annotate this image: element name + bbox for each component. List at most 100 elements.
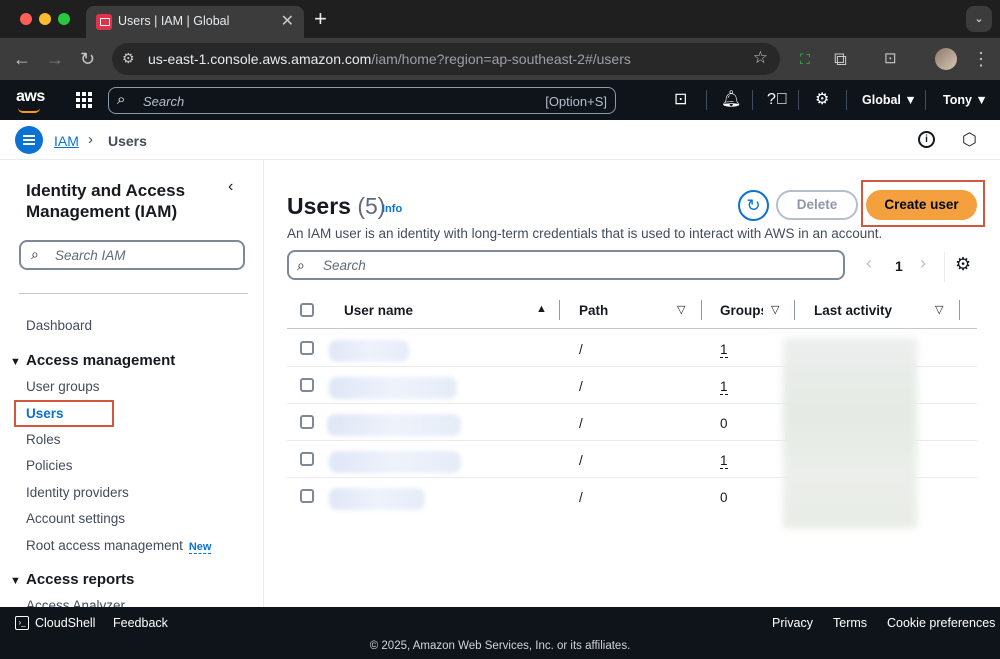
sort-ascending-icon[interactable]: ▲ (536, 303, 547, 315)
groups-count-link[interactable]: 1 (720, 342, 728, 358)
cloudshell-icon[interactable]: ›_ (15, 616, 29, 630)
create-user-button[interactable]: Create user (866, 190, 977, 220)
sidebar-item-roles[interactable]: Roles (26, 432, 61, 447)
sidebar-title[interactable]: Identity and Access Management (IAM) (26, 180, 226, 222)
root-access-label: Root access management (26, 538, 183, 553)
column-header-last-activity[interactable]: Last activity (814, 303, 892, 318)
sidebar-item-dashboard[interactable]: Dashboard (26, 318, 92, 333)
account-menu[interactable]: Tony ▼ (943, 93, 988, 107)
new-badge: New (188, 541, 212, 554)
new-tab-icon[interactable]: + (314, 6, 327, 32)
sidebar-item-policies[interactable]: Policies (26, 458, 73, 473)
column-resizer[interactable] (701, 300, 702, 320)
nav-divider (752, 90, 753, 110)
sort-icon[interactable]: ▽ (677, 303, 685, 316)
cloudshell-link[interactable]: CloudShell (35, 616, 95, 630)
redacted-user-name[interactable] (329, 377, 457, 399)
section-label: Access management (26, 352, 176, 369)
settings-gear-icon[interactable]: ⚙ (815, 91, 829, 109)
row-checkbox[interactable] (300, 341, 314, 355)
redacted-user-name[interactable] (329, 451, 461, 473)
notifications-bell-icon[interactable]: 🔔︎ (721, 91, 741, 109)
collapse-sidebar-icon[interactable]: ‹ (228, 178, 233, 196)
column-header-user-name[interactable]: User name (344, 303, 413, 318)
sidebar-item-access-analyzer[interactable]: Access Analyzer (26, 598, 125, 607)
pagination-divider (944, 252, 945, 282)
services-grid-icon[interactable] (76, 92, 92, 108)
redacted-last-activity (783, 338, 917, 528)
tab-title: Users | IAM | Global (118, 14, 230, 28)
delete-button[interactable]: Delete (776, 190, 858, 220)
aws-logo[interactable]: aws (16, 88, 45, 106)
previous-page-icon[interactable]: ‹ (866, 253, 872, 274)
browser-tab[interactable]: Users | IAM | Global ✕ (86, 6, 304, 38)
row-checkbox[interactable] (300, 452, 314, 466)
row-checkbox[interactable] (300, 489, 314, 503)
column-resizer[interactable] (559, 300, 560, 320)
close-window-button[interactable] (20, 13, 32, 25)
sort-icon[interactable]: ▽ (771, 303, 779, 316)
users-search-input[interactable]: ⌕ Search (287, 250, 845, 280)
console-footer: ›_ CloudShell Feedback Privacy Terms Coo… (0, 607, 1000, 659)
privacy-link[interactable]: Privacy (772, 616, 813, 630)
redacted-user-name[interactable] (327, 414, 461, 436)
forward-icon[interactable]: → (46, 48, 64, 70)
minimize-window-button[interactable] (39, 13, 51, 25)
star-icon[interactable]: ☆ (753, 48, 768, 68)
cookie-preferences-link[interactable]: Cookie preferences (887, 616, 995, 630)
caret-down-icon: ▼ (10, 575, 21, 587)
sidebar-item-account-settings[interactable]: Account settings (26, 511, 125, 526)
groups-count-link[interactable]: 1 (720, 379, 728, 395)
sidebar-item-user-groups[interactable]: User groups (26, 379, 100, 394)
browser-profile-avatar[interactable] (935, 48, 957, 70)
column-header-path[interactable]: Path (579, 303, 608, 318)
sort-icon[interactable]: ▽ (935, 303, 943, 316)
url-host: us-east-1.console.aws.amazon.com (148, 51, 372, 67)
aws-search-input[interactable]: ⌕ Search [Option+S] (108, 87, 616, 114)
back-icon[interactable]: ← (13, 48, 31, 70)
sidebar-section-access-management[interactable]: ▼ Access management (10, 352, 175, 369)
nav-divider (706, 90, 707, 110)
hexagon-settings-icon[interactable]: ⬡ (962, 130, 977, 150)
region-selector[interactable]: Global ▼ (862, 93, 917, 107)
side-nav-toggle-icon[interactable] (15, 126, 43, 154)
cloudshell-icon[interactable]: ⊡ (674, 91, 687, 109)
address-bar[interactable]: ⚙ us-east-1.console.aws.amazon.com/iam/h… (112, 43, 780, 75)
aws-search-placeholder: Search (143, 94, 185, 109)
site-settings-icon[interactable]: ⚙ (122, 50, 135, 67)
breadcrumb-iam-link[interactable]: IAM (54, 133, 79, 149)
column-resizer[interactable] (959, 300, 960, 320)
close-tab-icon[interactable]: ✕ (281, 11, 294, 31)
more-icon[interactable]: ⋮ (972, 48, 990, 70)
camera-icon[interactable]: ⊡ (884, 48, 897, 70)
redacted-user-name[interactable] (329, 340, 409, 362)
maximize-window-button[interactable] (58, 13, 70, 25)
sidebar-section-access-reports[interactable]: ▼ Access reports (10, 571, 134, 588)
table-preferences-gear-icon[interactable]: ⚙ (955, 254, 971, 275)
tab-search-icon[interactable]: ⌄ (966, 6, 992, 32)
screen-capture-icon[interactable]: ⛶ (800, 48, 810, 70)
path-cell: / (579, 453, 583, 468)
groups-count-link[interactable]: 1 (720, 453, 728, 469)
sidebar-search-input[interactable]: ⌕ Search IAM (19, 240, 245, 270)
column-resizer[interactable] (794, 300, 795, 320)
reload-icon[interactable]: ↻ (80, 48, 95, 70)
sidebar-item-identity-providers[interactable]: Identity providers (26, 485, 129, 500)
column-header-groups[interactable]: Groups (720, 303, 763, 318)
row-checkbox[interactable] (300, 415, 314, 429)
select-all-checkbox[interactable] (300, 303, 314, 317)
info-panel-icon[interactable]: i (918, 131, 935, 148)
info-link[interactable]: Info (382, 203, 402, 215)
feedback-link[interactable]: Feedback (113, 616, 168, 630)
extensions-icon[interactable]: ⧉ (834, 48, 847, 70)
help-icon[interactable]: ?⃝ (767, 91, 788, 109)
sidebar-item-root-access-management[interactable]: Root access management New (26, 538, 212, 554)
next-page-icon[interactable]: › (920, 253, 926, 274)
search-icon: ⌕ (297, 257, 305, 273)
redacted-user-name[interactable] (329, 488, 425, 510)
row-checkbox[interactable] (300, 378, 314, 392)
refresh-button[interactable]: ↻ (738, 190, 769, 221)
terms-link[interactable]: Terms (833, 616, 867, 630)
page-number[interactable]: 1 (895, 258, 903, 274)
path-cell: / (579, 342, 583, 357)
